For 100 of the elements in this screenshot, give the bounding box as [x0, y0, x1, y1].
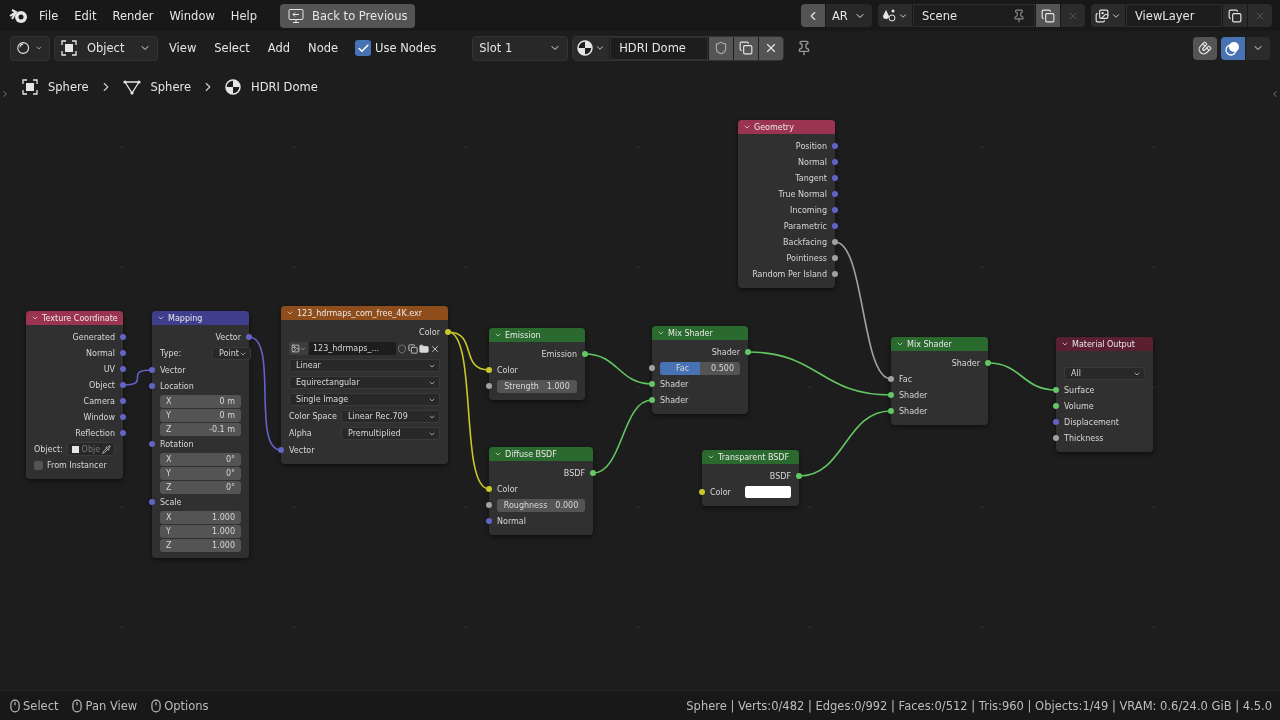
- vector-component-field[interactable]: X 1.000: [160, 511, 241, 524]
- node-socket[interactable]: [1053, 435, 1059, 441]
- breadcrumb-item[interactable]: Sphere: [150, 80, 192, 94]
- node-socket[interactable]: [120, 382, 126, 388]
- node-socket[interactable]: [246, 334, 252, 340]
- color-swatch[interactable]: [745, 486, 791, 498]
- node-header[interactable]: Mapping: [152, 311, 249, 325]
- shield-icon[interactable]: [397, 343, 407, 354]
- node-socket[interactable]: [649, 381, 655, 387]
- node-socket[interactable]: [1053, 403, 1059, 409]
- node-socket[interactable]: [486, 502, 492, 508]
- node-socket[interactable]: [796, 473, 802, 479]
- dropdown[interactable]: Linear: [289, 359, 440, 372]
- dropdown[interactable]: Premultiplied: [341, 427, 440, 440]
- node-socket[interactable]: [278, 447, 284, 453]
- vector-component-field[interactable]: Y 0°: [160, 467, 241, 480]
- vector-component-field[interactable]: Z 0°: [160, 481, 241, 494]
- use-nodes-checkbox[interactable]: Use Nodes: [349, 40, 443, 56]
- node-socket[interactable]: [120, 366, 126, 372]
- node-socket[interactable]: [149, 367, 155, 373]
- mode-dropdown[interactable]: Object: [54, 35, 158, 61]
- copy-button[interactable]: [1223, 4, 1247, 27]
- image-name-field[interactable]: 123_hdrmaps_...: [309, 342, 396, 355]
- menu-item[interactable]: File: [32, 4, 66, 27]
- node-socket[interactable]: [590, 470, 596, 476]
- collapse-icon[interactable]: [494, 450, 502, 458]
- overlays-toggle[interactable]: [1221, 36, 1245, 60]
- shader-node[interactable]: Mix Shader Shader Fac 0.500 Shader Shader: [652, 326, 748, 414]
- node-socket[interactable]: [149, 441, 155, 447]
- folder-icon[interactable]: [419, 343, 429, 354]
- copy-button[interactable]: [734, 36, 759, 60]
- node-socket[interactable]: [445, 329, 451, 335]
- collapse-icon[interactable]: [286, 309, 294, 317]
- node-header[interactable]: Texture Coordinate: [26, 311, 123, 325]
- close-icon[interactable]: [430, 343, 440, 354]
- node-socket[interactable]: [120, 398, 126, 404]
- node-socket[interactable]: [120, 430, 126, 436]
- node-header[interactable]: Emission: [489, 328, 585, 342]
- collapse-icon[interactable]: [1061, 340, 1069, 348]
- collapse-icon[interactable]: [657, 329, 665, 337]
- collapse-icon[interactable]: [896, 340, 904, 348]
- menu-item[interactable]: Add: [260, 37, 298, 59]
- collapse-icon[interactable]: [31, 314, 39, 322]
- pin-icon[interactable]: [1012, 8, 1026, 23]
- dropdown[interactable]: All: [1064, 367, 1145, 380]
- menu-item[interactable]: Render: [105, 4, 161, 27]
- node-socket[interactable]: [985, 360, 991, 366]
- close-button[interactable]: [759, 36, 784, 60]
- node-socket[interactable]: [120, 334, 126, 340]
- material-name-field[interactable]: HDRI Dome: [610, 36, 709, 60]
- vector-component-field[interactable]: X 0 m: [160, 395, 241, 408]
- menu-item[interactable]: Node: [301, 37, 346, 59]
- collapse-icon[interactable]: [494, 331, 502, 339]
- fake-user-button[interactable]: [709, 36, 734, 60]
- menu-item[interactable]: Help: [223, 4, 265, 27]
- node-socket[interactable]: [486, 383, 492, 389]
- vector-component-field[interactable]: X 0°: [160, 453, 241, 466]
- node-socket[interactable]: [699, 489, 705, 495]
- breadcrumb-item[interactable]: HDRI Dome: [251, 80, 318, 94]
- node-header[interactable]: Material Output: [1056, 337, 1153, 351]
- node-socket[interactable]: [582, 351, 588, 357]
- node-socket[interactable]: [832, 271, 838, 277]
- shader-node[interactable]: Mix Shader Shader Fac Shader Shader: [891, 337, 988, 425]
- shader-node[interactable]: Texture Coordinate Generated Normal UV Object Camera Window Reflection Object: Obje From Instancer: [26, 311, 123, 479]
- node-socket[interactable]: [832, 207, 838, 213]
- node-socket[interactable]: [486, 486, 492, 492]
- shader-node[interactable]: Emission Emission Color Strength 1.000: [489, 328, 585, 400]
- overlays-dropdown[interactable]: [1246, 36, 1270, 60]
- node-header[interactable]: Mix Shader: [891, 337, 988, 351]
- slot-dropdown[interactable]: Slot 1: [472, 35, 569, 61]
- number-field[interactable]: Roughness 0.000: [497, 498, 585, 512]
- editor-type-button[interactable]: [10, 35, 50, 61]
- node-socket[interactable]: [832, 159, 838, 165]
- node-header[interactable]: Transparent BSDF: [702, 450, 799, 464]
- snapping-button[interactable]: [1193, 36, 1217, 60]
- shader-node[interactable]: Transparent BSDF BSDF Color: [702, 450, 799, 506]
- vector-component-field[interactable]: Y 0 m: [160, 409, 241, 422]
- node-socket[interactable]: [888, 408, 894, 414]
- scene-name-field[interactable]: Scene: [913, 4, 1035, 27]
- node-socket[interactable]: [649, 397, 655, 403]
- checkbox[interactable]: [34, 460, 43, 470]
- shader-node[interactable]: Mapping Vector Type: Point Vector Location X 0 m Y 0 m Z -0.1 m Rotation X 0° Y 0° Z 0° Scale X 1.000 Y 1.000 Z 1.000: [152, 311, 249, 558]
- node-socket[interactable]: [649, 365, 655, 371]
- node-socket[interactable]: [832, 239, 838, 245]
- node-socket[interactable]: [149, 383, 155, 389]
- eyedropper-icon[interactable]: [102, 444, 111, 454]
- workspace-selector[interactable]: AR: [826, 4, 872, 27]
- collapse-icon[interactable]: [707, 453, 715, 461]
- node-socket[interactable]: [832, 175, 838, 181]
- shader-node[interactable]: Diffuse BSDF BSDF Color Roughness 0.000 Normal: [489, 447, 593, 535]
- copy-button[interactable]: [1036, 4, 1060, 27]
- node-socket[interactable]: [1053, 419, 1059, 425]
- image-browse-button[interactable]: [289, 342, 308, 355]
- sidebar-toggle-icon[interactable]: [0, 89, 10, 99]
- shader-node[interactable]: 123_hdrmaps_com_free_4K.exr Color 123_hdrmaps_... Linear Equirectangular Single Image Color Space Linear Rec.709 Alpha Premultiplied Vector: [281, 306, 448, 464]
- node-header[interactable]: Mix Shader: [652, 326, 748, 340]
- vector-component-field[interactable]: Z -0.1 m: [160, 423, 241, 436]
- menu-item[interactable]: Select: [207, 37, 257, 59]
- dropdown[interactable]: Point: [212, 347, 251, 360]
- view-layer-name-field[interactable]: ViewLayer: [1126, 4, 1222, 27]
